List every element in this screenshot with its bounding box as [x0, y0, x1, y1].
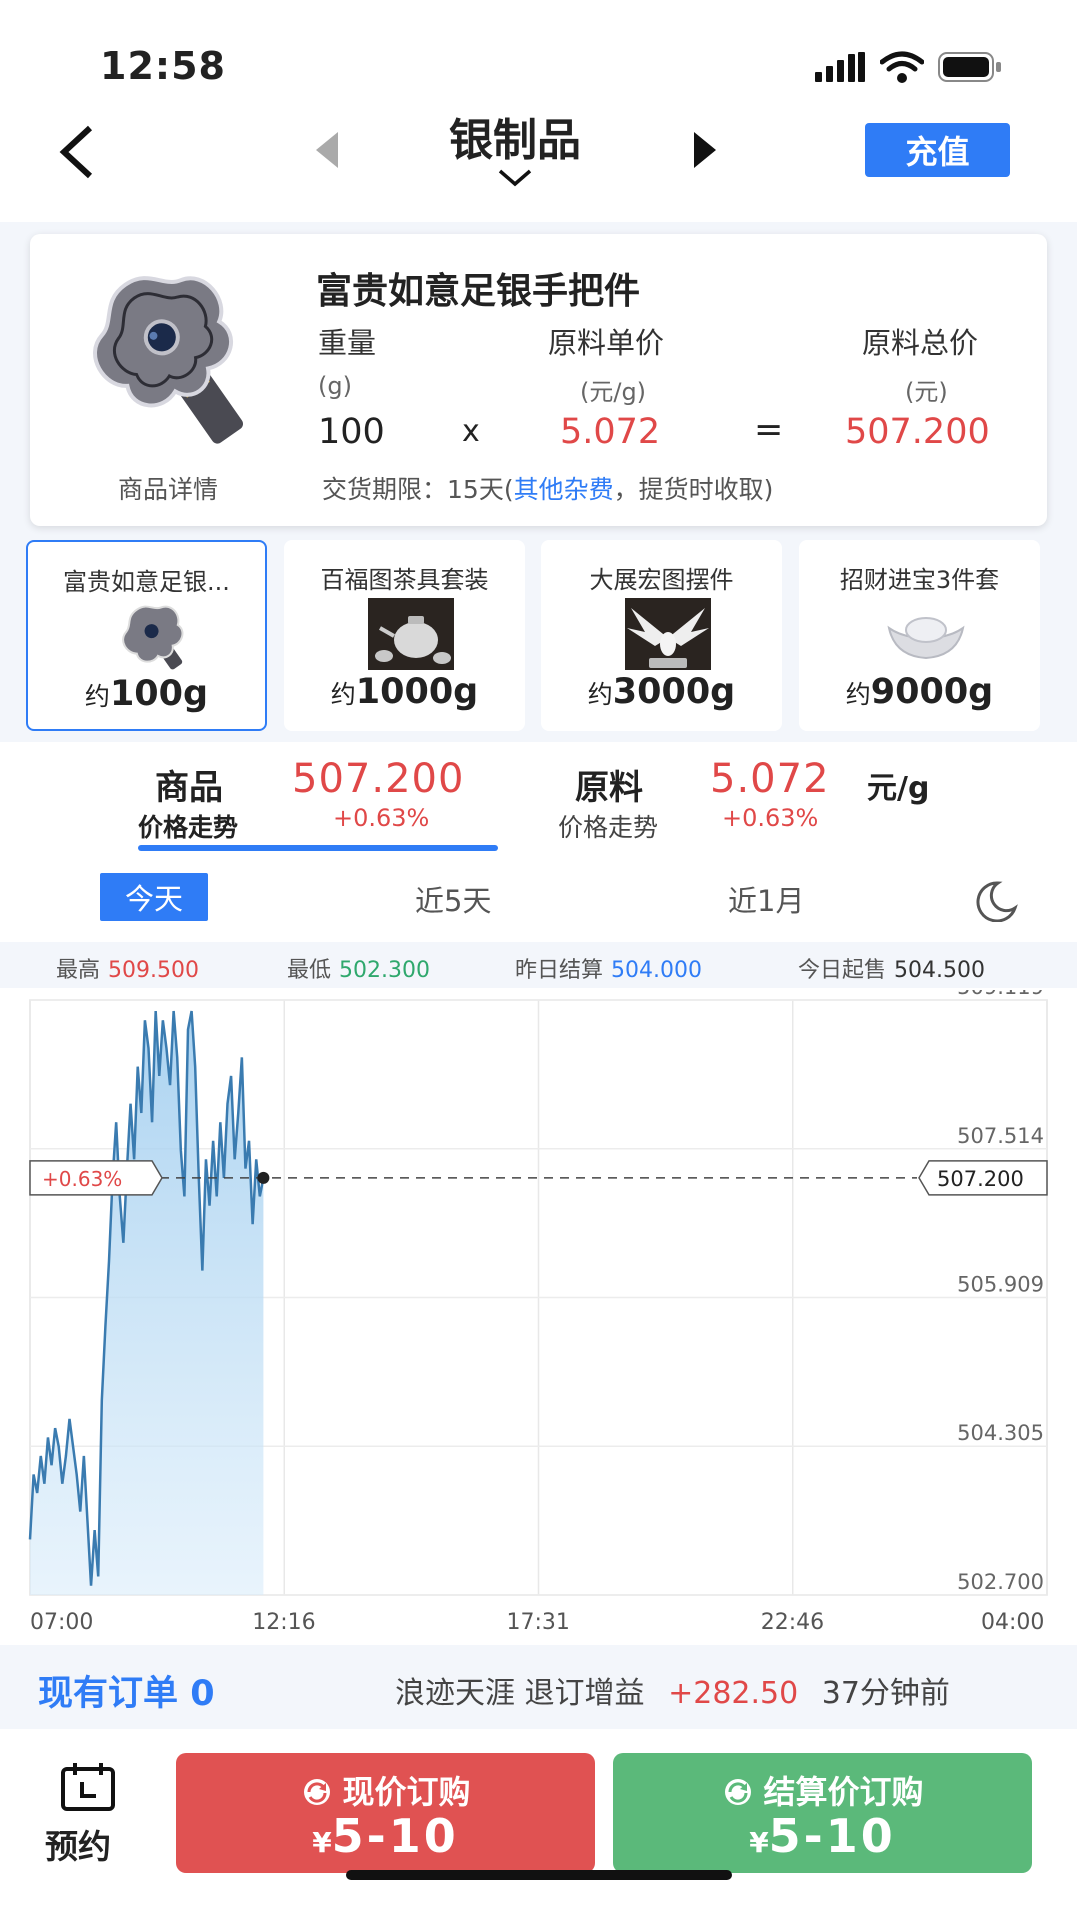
- current-orders[interactable]: 现有订单 0: [38, 1665, 215, 1716]
- refresh-icon: [304, 1779, 331, 1805]
- thumb-name: 百福图茶具套装: [320, 566, 489, 594]
- active-tab-indicator: [138, 845, 498, 851]
- page-title[interactable]: 银制品: [414, 104, 616, 168]
- status-time: 12:58: [100, 44, 226, 88]
- total-price-unit: (元): [905, 378, 948, 406]
- order-ticker: 浪迹天涯 退订增益 +282.50 37分钟前: [395, 1668, 950, 1712]
- ticker-user: 浪迹天涯 退订增益: [395, 1676, 645, 1711]
- unit-price-unit: (元/g): [580, 378, 647, 406]
- other-fees-link[interactable]: 其他杂费: [514, 475, 614, 504]
- chevron-down-icon[interactable]: [497, 168, 533, 188]
- raw-price-unit: 元/g: [867, 771, 930, 806]
- next-category-icon[interactable]: [690, 130, 720, 170]
- tab-raw-sub[interactable]: 价格走势: [558, 808, 658, 844]
- calendar-icon[interactable]: [60, 1762, 116, 1812]
- stat-open: 今日起售 504.500: [798, 958, 985, 983]
- goods-price: 507.200: [292, 756, 465, 802]
- tab-goods-trend[interactable]: 商品: [155, 760, 223, 809]
- product-name: 富贵如意足银手把件: [316, 271, 641, 312]
- ticker-amount: +282.50: [668, 1676, 799, 1711]
- y-tick-label: 505.909: [957, 1273, 1044, 1297]
- unit-price-value: 5.072: [560, 412, 661, 452]
- product-detail-link[interactable]: 商品详情: [88, 470, 248, 506]
- delivery-suffix: ，提货时收取): [613, 475, 774, 504]
- unit-price-label: 原料单价: [548, 326, 665, 360]
- stat-high: 最高 509.500: [56, 958, 199, 983]
- x-tick-label: 04:00: [981, 1610, 1045, 1635]
- recharge-button[interactable]: 充值: [865, 123, 1010, 177]
- thumb-name: 富贵如意足银...: [63, 568, 230, 596]
- refresh-icon: [725, 1779, 752, 1805]
- equals-sign: =: [754, 410, 784, 450]
- range-today-tab[interactable]: 今天: [100, 873, 208, 921]
- raw-change: +0.63%: [722, 804, 819, 832]
- eagle-ornament-icon: [625, 598, 711, 670]
- x-tick-label: 12:16: [252, 1610, 316, 1635]
- buy-now-price: ¥5-10: [312, 1809, 459, 1863]
- current-price-dot: [257, 1171, 270, 1184]
- product-image: [93, 276, 244, 444]
- weight-label: 重量: [318, 326, 377, 360]
- delivery-terms: 交货期限：15天(其他杂费，提货时收取): [322, 470, 773, 506]
- product-thumb-3[interactable]: 大展宏图摆件 约3000g: [541, 540, 782, 731]
- weight-value: 100: [318, 412, 385, 452]
- total-price-label: 原料总价: [862, 326, 979, 360]
- orders-count: 0: [190, 1674, 215, 1714]
- times-sign: x: [462, 414, 480, 449]
- price-chart[interactable]: +0.63% 507.200 509.119 507.514 505.909 504.30…: [0, 990, 1077, 1630]
- thumb-weight: 约100g: [84, 674, 209, 714]
- tab-goods-sub[interactable]: 价格走势: [138, 808, 238, 844]
- tab-raw-trend[interactable]: 原料: [575, 760, 643, 809]
- thumb-name: 大展宏图摆件: [589, 566, 734, 594]
- tea-set-icon: [368, 598, 454, 670]
- range-5d-tab[interactable]: 近5天: [415, 878, 491, 920]
- y-tick-label: 509.119: [957, 990, 1044, 999]
- thumb-weight: 约3000g: [587, 672, 736, 712]
- x-tick-label: 17:31: [506, 1610, 570, 1635]
- wifi-icon: [880, 51, 924, 83]
- night-mode-icon[interactable]: [972, 880, 1018, 922]
- reserve-button[interactable]: 预约: [45, 1820, 111, 1868]
- change-tag-label: +0.63%: [42, 1167, 122, 1191]
- battery-icon: [938, 52, 1001, 82]
- buy-now-button[interactable]: 现价订购 ¥5-10: [176, 1753, 595, 1873]
- signal-icon: [815, 52, 865, 82]
- y-tick-label: 504.305: [957, 1421, 1044, 1445]
- y-tick-label: 507.514: [957, 1124, 1044, 1148]
- buy-settle-price: ¥5-10: [749, 1809, 896, 1863]
- delivery-days: 15天(: [447, 475, 514, 504]
- price-tag-label: 507.200: [937, 1167, 1024, 1191]
- goods-change: +0.63%: [333, 804, 430, 832]
- total-price-value: 507.200: [845, 412, 990, 452]
- buy-settle-button[interactable]: 结算价订购 ¥5-10: [613, 1753, 1032, 1873]
- home-indicator: [346, 1870, 732, 1880]
- thumb-weight: 约9000g: [845, 672, 994, 712]
- delivery-prefix: 交货期限：: [322, 475, 448, 504]
- x-tick-label: 22:46: [760, 1610, 825, 1635]
- buy-now-title: 现价订购: [176, 1767, 595, 1813]
- product-thumb-2[interactable]: 百福图茶具套装 约1000g: [284, 540, 525, 731]
- raw-price: 5.072: [710, 756, 830, 802]
- buy-settle-title: 结算价订购: [613, 1767, 1032, 1813]
- product-thumb-4[interactable]: 招财进宝3件套 约9000g: [799, 540, 1040, 731]
- ruyi-pendant-icon: [122, 605, 184, 670]
- range-1m-tab[interactable]: 近1月: [728, 878, 804, 920]
- prev-category-icon[interactable]: [312, 130, 342, 170]
- stat-low: 最低 502.300: [287, 958, 430, 983]
- ticker-time: 37分钟前: [821, 1676, 950, 1711]
- stat-settle: 昨日结算 504.000: [515, 958, 702, 983]
- thumb-weight: 约1000g: [330, 672, 479, 712]
- weight-unit: (g): [318, 372, 352, 400]
- back-icon[interactable]: [58, 124, 98, 180]
- x-tick-label: 07:00: [30, 1610, 94, 1635]
- y-tick-label: 502.700: [957, 1570, 1044, 1594]
- product-thumb-1[interactable]: 富贵如意足银... 约100g: [26, 540, 267, 731]
- silver-ingot-icon: [887, 617, 965, 660]
- thumb-name: 招财进宝3件套: [839, 566, 1000, 594]
